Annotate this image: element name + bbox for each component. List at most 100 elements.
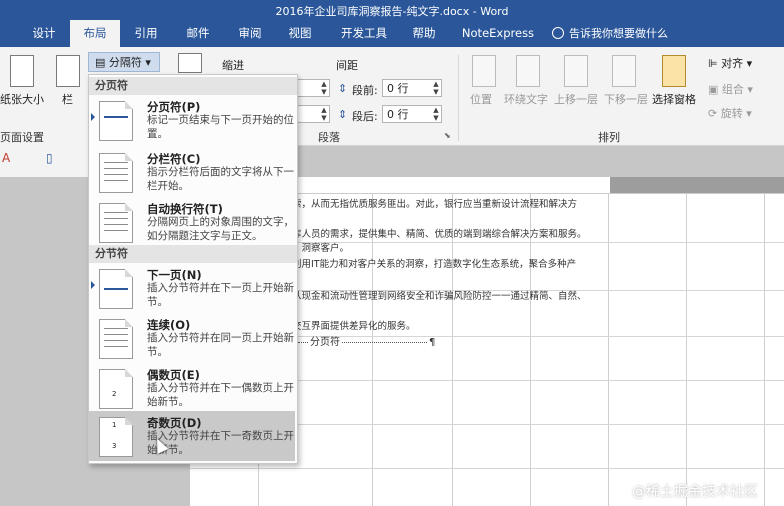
page-setup-label: 页面设置	[0, 131, 44, 144]
page-number: 2	[112, 390, 117, 398]
spacing-label: 间距	[336, 59, 358, 72]
page-break-label: 分页符	[310, 337, 340, 348]
section-breaks-header: 分节符	[89, 245, 297, 263]
tab-design[interactable]: 设计	[20, 20, 68, 47]
text-line	[104, 174, 128, 175]
wrap-text-icon	[516, 55, 540, 87]
menu-item-desc: 分隔网页上的对象周围的文字，如分隔题注文字与正文。	[147, 216, 294, 242]
watermark: @稀土掘金技术社区	[632, 484, 758, 500]
ruler-margin	[610, 177, 784, 193]
paragraph-label: 段落	[318, 131, 340, 144]
page-fold	[125, 101, 133, 109]
title-bar: 2016年企业司库洞察报告-纯文字.docx - Word	[0, 0, 784, 20]
horizontal-ruler[interactable]	[290, 177, 784, 194]
before-spacing-input[interactable]: 0 行 ▲ ▼	[382, 79, 442, 97]
page-break-icon	[99, 101, 133, 141]
breaks-button[interactable]: ▤ 分隔符 ▾	[88, 52, 160, 72]
menu-item-desc: 插入分节符并在下一页上开始新节。	[147, 282, 294, 308]
page-fold	[125, 319, 133, 327]
menu-item-column-break[interactable]: 分栏符(C) 指示分栏符后面的文字将从下一栏开始。	[89, 147, 295, 197]
position-button[interactable]: 位置	[470, 91, 492, 107]
text-wrapping-break-icon	[99, 203, 133, 243]
breaks-menu: 分页符 分页符(P) 标记一页结束与下一页开始的位置。 分栏符(C) 指示分栏符…	[88, 74, 298, 464]
grid-line	[764, 193, 765, 506]
rotate-icon: ⟳	[708, 107, 721, 120]
align-button[interactable]: ⊫ 对齐 ▾	[708, 55, 752, 71]
tab-help[interactable]: 帮助	[404, 20, 444, 47]
indent-right-input[interactable]: ▲ ▼	[296, 105, 330, 123]
selection-pane-button[interactable]: 选择窗格	[652, 91, 696, 107]
paragraph-launcher-icon[interactable]: ⬊	[444, 131, 451, 140]
menu-item-odd-page[interactable]: 13 奇数页(D) 插入分节符并在下一奇数页上开始新节。	[89, 411, 295, 461]
hyphenation-icon	[178, 53, 202, 73]
position-icon	[472, 55, 496, 87]
after-label: 段后:	[352, 110, 378, 123]
page-number: 3	[112, 442, 117, 450]
menu-item-continuous[interactable]: 连续(O) 插入分节符并在同一页上开始新节。	[89, 313, 295, 363]
break-line	[104, 116, 128, 118]
group-button[interactable]: ▣ 组合 ▾	[708, 81, 753, 97]
text-line	[104, 218, 128, 219]
indent-left-input[interactable]: ▲ ▼	[296, 79, 330, 97]
bring-forward-button[interactable]: 上移一层	[554, 91, 598, 107]
ribbon-tabs: 设计 布局 引用 邮件 审阅 视图 开发工具 帮助 NoteExpress 告诉…	[0, 20, 784, 47]
wrap-text-button[interactable]: 环绕文字	[504, 91, 548, 107]
indent-label: 缩进	[222, 59, 244, 72]
odd-page-icon: 13	[99, 417, 133, 457]
tab-mailings[interactable]: 邮件	[176, 20, 220, 47]
tell-me-text: 告诉我你想要做什么	[569, 27, 668, 40]
page-breaks-header: 分页符	[89, 77, 297, 95]
arrange-label: 排列	[598, 131, 620, 144]
menu-item-desc: 标记一页结束与下一页开始的位置。	[147, 114, 294, 140]
text-line	[104, 212, 128, 213]
grid-line	[190, 468, 784, 469]
spinner-arrows-icon: ▲ ▼	[433, 106, 439, 122]
format-icon[interactable]: A	[2, 151, 10, 165]
page-break-dots	[298, 341, 308, 343]
breaks-label: 分隔符	[108, 56, 142, 69]
send-backward-button[interactable]: 下移一层	[604, 91, 648, 107]
rotate-button[interactable]: ⟳ 旋转 ▾	[708, 105, 752, 121]
menu-item-text-wrapping-break[interactable]: 自动换行符(T) 分隔网页上的对象周围的文字，如分隔题注文字与正文。	[89, 197, 295, 247]
text-line	[104, 162, 128, 163]
column-break-icon	[99, 153, 133, 193]
paper-size-button[interactable]: 纸张大小	[0, 91, 44, 107]
page-number: 1	[112, 421, 117, 429]
tab-view[interactable]: 视图	[278, 20, 322, 47]
document-icon[interactable]: ▯	[46, 151, 53, 165]
text-line	[104, 224, 128, 225]
group-label: 组合	[721, 83, 744, 96]
menu-item-even-page[interactable]: 2 偶数页(E) 插入分节符并在下一偶数页上开始新节。	[89, 363, 295, 413]
tab-developer[interactable]: 开发工具	[334, 20, 394, 47]
text-line	[104, 230, 128, 231]
continuous-icon	[99, 319, 133, 359]
after-spacing-input[interactable]: 0 行 ▲ ▼	[382, 105, 442, 123]
text-line	[104, 168, 128, 169]
send-backward-icon	[612, 55, 636, 87]
doc-line: 从现金和流动性管理到网络安全和诈骗风险防控一一通过精简、自然、	[292, 291, 587, 302]
page-fold	[125, 203, 133, 211]
tab-layout[interactable]: 布局	[70, 20, 120, 47]
tab-references[interactable]: 引用	[124, 20, 168, 47]
align-icon: ⊫	[708, 57, 722, 70]
menu-item-page-break[interactable]: 分页符(P) 标记一页结束与下一页开始的位置。	[89, 95, 295, 145]
selected-marker-icon	[91, 281, 95, 289]
breaks-icon: ▤	[95, 56, 109, 69]
tab-noteexpress[interactable]: NoteExpress	[458, 20, 538, 47]
tell-me-box[interactable]: 告诉我你想要做什么	[552, 20, 668, 47]
menu-item-next-page[interactable]: 下一页(N) 插入分节符并在下一页上开始新节。	[89, 263, 295, 313]
text-line	[104, 328, 128, 329]
next-page-icon	[99, 269, 133, 309]
menu-item-desc: 指示分栏符后面的文字将从下一栏开始。	[147, 166, 294, 192]
grid-line	[608, 193, 609, 506]
selected-marker-icon	[91, 113, 95, 121]
text-line	[104, 334, 128, 335]
columns-button[interactable]: 栏	[62, 91, 73, 107]
menu-item-desc: 插入分节符并在同一页上开始新节。	[147, 332, 294, 358]
tab-review[interactable]: 审阅	[228, 20, 272, 47]
doc-line: 交互界面提供差异化的服务。	[292, 321, 416, 332]
spinner-arrows-icon: ▲ ▼	[321, 80, 327, 96]
group-icon: ▣	[708, 83, 722, 96]
menu-item-desc: 插入分节符并在下一奇数页上开始新节。	[147, 430, 294, 456]
page-fold	[125, 269, 133, 277]
